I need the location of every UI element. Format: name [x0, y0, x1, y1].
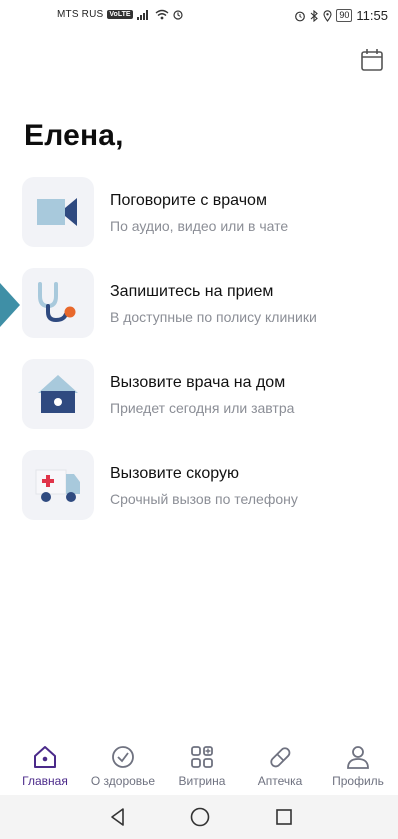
back-icon[interactable]	[107, 806, 129, 828]
location-icon	[323, 9, 332, 22]
action-tile	[22, 268, 94, 338]
tab-label: Профиль	[332, 774, 384, 788]
action-tile	[22, 359, 94, 429]
home-circle-icon[interactable]	[189, 806, 211, 828]
recents-icon[interactable]	[273, 806, 295, 828]
bluetooth-icon	[311, 9, 319, 22]
action-subtitle: По аудио, видео или в чате	[110, 218, 289, 234]
action-title: Поговорите с врачом	[110, 192, 267, 209]
carrier-name: MTS RUS	[57, 9, 104, 20]
battery-indicator: 90	[336, 9, 353, 22]
check-circle-icon	[112, 746, 134, 768]
action-tile	[22, 450, 94, 520]
status-right: 90 11:55	[294, 8, 388, 23]
action-call-ambulance[interactable]: Вызовите скорую Срочный вызов по телефон…	[22, 450, 382, 522]
wifi-icon	[155, 9, 168, 20]
status-left: MTS RUS VoLTE	[57, 9, 183, 20]
volte-badge: VoLTE	[107, 10, 133, 19]
signal-icon	[136, 9, 148, 20]
action-doctor-home-visit[interactable]: Вызовите врача на дом Приедет сегодня ил…	[22, 359, 382, 431]
action-subtitle: Срочный вызов по телефону	[110, 491, 298, 507]
action-title: Вызовите врача на дом	[110, 374, 286, 391]
showcase-grid-icon	[191, 746, 213, 768]
pill-icon	[270, 747, 291, 768]
action-subtitle: Приедет сегодня или завтра	[110, 400, 295, 416]
tab-label: Витрина	[178, 774, 226, 788]
video-camera-icon	[37, 198, 77, 226]
tab-health[interactable]: О здоровье	[83, 738, 163, 794]
home-icon	[34, 746, 56, 768]
pointer-arrow-icon	[0, 283, 20, 327]
profile-icon	[347, 746, 369, 769]
stethoscope-icon	[38, 282, 76, 323]
action-subtitle: В доступные по полису клиники	[110, 309, 317, 325]
tab-medicine-kit[interactable]: Аптечка	[240, 738, 320, 794]
tab-home[interactable]: Главная	[5, 738, 85, 794]
tab-label: Главная	[22, 774, 68, 788]
tab-showcase[interactable]: Витрина	[162, 738, 242, 794]
tab-label: О здоровье	[90, 774, 156, 788]
status-time: 11:55	[356, 8, 388, 23]
action-talk-to-doctor[interactable]: Поговорите с врачом По аудио, видео или …	[22, 177, 382, 249]
calendar-icon	[361, 49, 383, 71]
tab-label: Аптечка	[257, 774, 303, 788]
status-bar: MTS RUS VoLTE 90 11:55	[0, 0, 398, 34]
tab-profile[interactable]: Профиль	[318, 738, 398, 794]
action-book-appointment[interactable]: Запишитесь на прием В доступные по полис…	[22, 268, 382, 340]
data-saver-icon	[172, 9, 183, 20]
system-navigation-bar	[0, 795, 398, 839]
action-title: Запишитесь на прием	[110, 283, 274, 300]
house-icon	[38, 375, 78, 413]
ambulance-icon	[35, 469, 80, 502]
calendar-button[interactable]	[359, 47, 385, 73]
bottom-tab-bar: Главная О здоровье Витрина Аптечка Профи…	[0, 738, 398, 794]
greeting-title: Елена,	[24, 119, 124, 152]
action-title: Вызовите скорую	[110, 465, 239, 482]
alarm-icon	[295, 11, 306, 21]
action-tile	[22, 177, 94, 247]
